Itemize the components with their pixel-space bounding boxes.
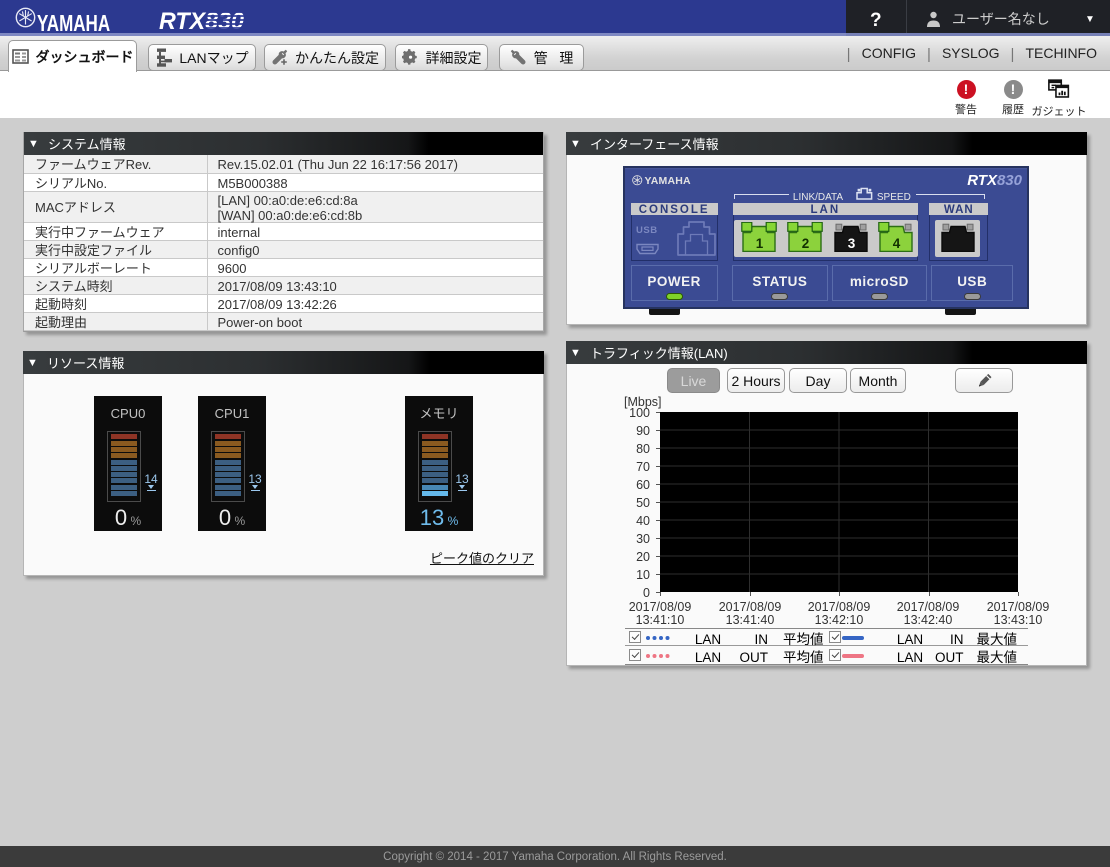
svg-text:3: 3 (847, 236, 855, 251)
svg-text:4: 4 (893, 236, 901, 251)
svg-text:1: 1 (756, 236, 764, 251)
svg-text:2: 2 (802, 236, 810, 251)
